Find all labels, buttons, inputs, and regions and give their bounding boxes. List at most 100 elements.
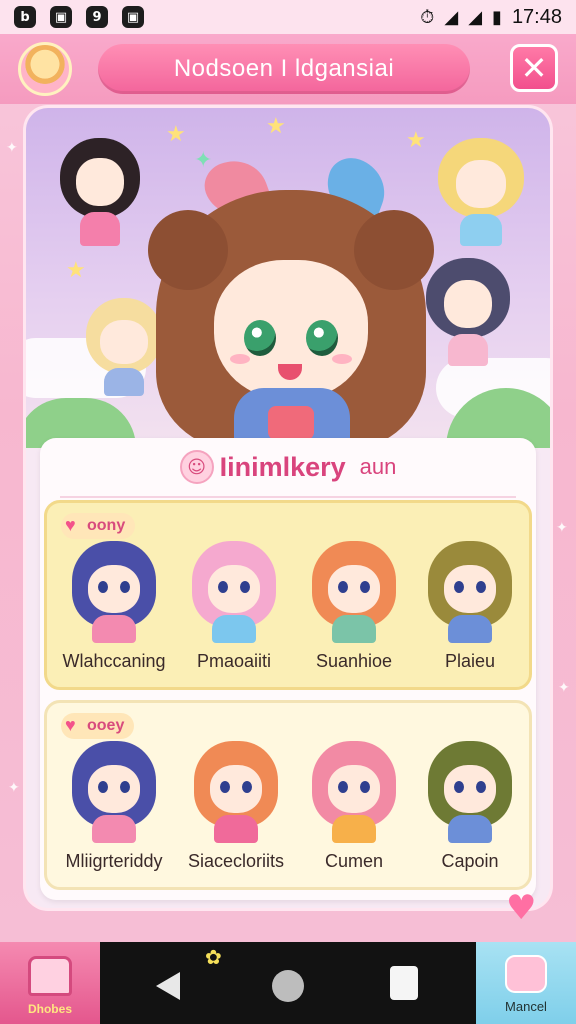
character-eye: [240, 581, 250, 593]
avatar[interactable]: [18, 42, 72, 96]
signal-icon: ◢: [468, 6, 483, 28]
house-icon: [28, 956, 72, 996]
group-badge-label: oony: [87, 517, 126, 534]
home-button[interactable]: [272, 970, 304, 1002]
character-face: [88, 565, 140, 613]
character-slot[interactable]: Capoin: [411, 735, 529, 885]
character-eye: [338, 581, 348, 593]
character-outfit: [212, 615, 256, 643]
character-portrait: [306, 535, 402, 645]
character-outfit: [332, 815, 376, 843]
hero-banner: ★ ★ ★ ★ ✦: [26, 108, 550, 450]
chibi-character: [86, 298, 162, 398]
character-outfit: [332, 615, 376, 643]
character-portrait: [306, 735, 402, 845]
character-name: Cumen: [324, 851, 384, 871]
character-eye: [360, 781, 370, 793]
star-icon: ★: [166, 122, 186, 147]
character-slot[interactable]: Plaieu: [411, 535, 529, 685]
battery-icon: ▮: [492, 6, 502, 28]
character-name: Suanhioe: [315, 651, 393, 671]
character-slot[interactable]: Suanhioe: [295, 535, 413, 685]
cancel-label: Mancel: [505, 999, 547, 1014]
smiley-icon: ☺: [179, 450, 214, 484]
character-eye: [476, 781, 486, 793]
character-eye: [454, 581, 464, 593]
back-button[interactable]: [156, 972, 180, 1000]
blush: [230, 354, 250, 364]
character-portrait: [422, 735, 518, 845]
group-badge-label: ooey: [87, 717, 125, 734]
character-hair: [148, 210, 228, 290]
character-slot[interactable]: Mliigrteriddy: [55, 735, 173, 885]
heart-card-icon: [505, 955, 547, 993]
character-eye: [244, 320, 276, 356]
character-eye: [220, 781, 230, 793]
character-eye: [454, 781, 464, 793]
notification-icon: ▣: [122, 6, 144, 28]
wifi-icon: ◢: [444, 6, 459, 28]
page-title: Nodsoen I ldgansiai: [98, 44, 470, 94]
chibi-character: [438, 138, 524, 248]
character-outfit: [448, 815, 492, 843]
character-face: [210, 765, 262, 813]
character-face: [88, 765, 140, 813]
gift-icon: [268, 406, 314, 440]
character-portrait: [422, 535, 518, 645]
character-outfit: [214, 815, 258, 843]
notification-icon: ▣: [50, 6, 72, 28]
status-bar: b ▣ 9 ▣ ⏱ ◢ ◢ ▮ 17:48: [0, 0, 576, 34]
notification-icon: b: [14, 6, 36, 28]
sparkle-icon: ✦: [556, 520, 568, 536]
character-face: [444, 565, 496, 613]
character-group-card: ♥ ooey Mliigrteriddy Siacecloriits Cumen…: [44, 700, 532, 890]
heart-icon: ♥: [506, 888, 537, 928]
character-name: Mliigrteriddy: [65, 851, 163, 871]
cancel-button[interactable]: Mancel: [476, 942, 576, 1024]
character-eye: [98, 781, 108, 793]
character-slot[interactable]: Pmaoaiiti: [175, 535, 293, 685]
character-portrait: [66, 535, 162, 645]
character-name: Wlahccaning: [62, 651, 166, 671]
recent-apps-button[interactable]: [390, 966, 418, 1000]
character-mouth: [278, 364, 302, 380]
character-eye: [306, 320, 338, 356]
character-eye: [338, 781, 348, 793]
heart-icon: ♥: [65, 515, 76, 535]
flower-icon: ✿: [205, 945, 222, 969]
character-group-card: ♥ oony Wlahccaning Pmaoaiiti Suanhioe Pl…: [44, 500, 532, 690]
sparkle-icon: ✦: [558, 680, 570, 696]
character-face: [328, 765, 380, 813]
character-outfit: [92, 615, 136, 643]
character-face: [214, 260, 368, 400]
chibi-character: [60, 138, 140, 248]
divider: [60, 496, 516, 498]
character-eye: [120, 781, 130, 793]
character-name: Plaieu: [444, 651, 496, 671]
clock-time: 17:48: [511, 5, 562, 28]
character-slot[interactable]: Siacecloriits: [177, 735, 295, 885]
close-button[interactable]: ✕: [510, 44, 558, 92]
sparkle-icon: ✦: [8, 780, 20, 796]
character-eye: [360, 581, 370, 593]
roster-panel: ☺ Iinimlkery aun ♥ oony Wlahccaning Pmao…: [40, 438, 536, 900]
character-face: [208, 565, 260, 613]
character-slot[interactable]: Wlahccaning: [55, 535, 173, 685]
character-portrait: [66, 735, 162, 845]
star-icon: ★: [266, 114, 286, 139]
featured-character: [148, 150, 434, 450]
character-eye: [120, 581, 130, 593]
heart-icon: ♥: [65, 715, 76, 735]
character-eye: [476, 581, 486, 593]
character-name: Siacecloriits: [187, 851, 285, 871]
character-portrait: [188, 735, 284, 845]
chibi-character: [426, 258, 510, 368]
character-slot[interactable]: Cumen: [295, 735, 413, 885]
character-portrait: [186, 535, 282, 645]
character-eye: [242, 781, 252, 793]
home-tab-button[interactable]: Dhobes: [0, 942, 100, 1024]
character-face: [444, 765, 496, 813]
panel-header: ☺ Iinimlkery aun: [40, 438, 536, 496]
blush: [332, 354, 352, 364]
alarm-icon: ⏱: [420, 6, 435, 28]
